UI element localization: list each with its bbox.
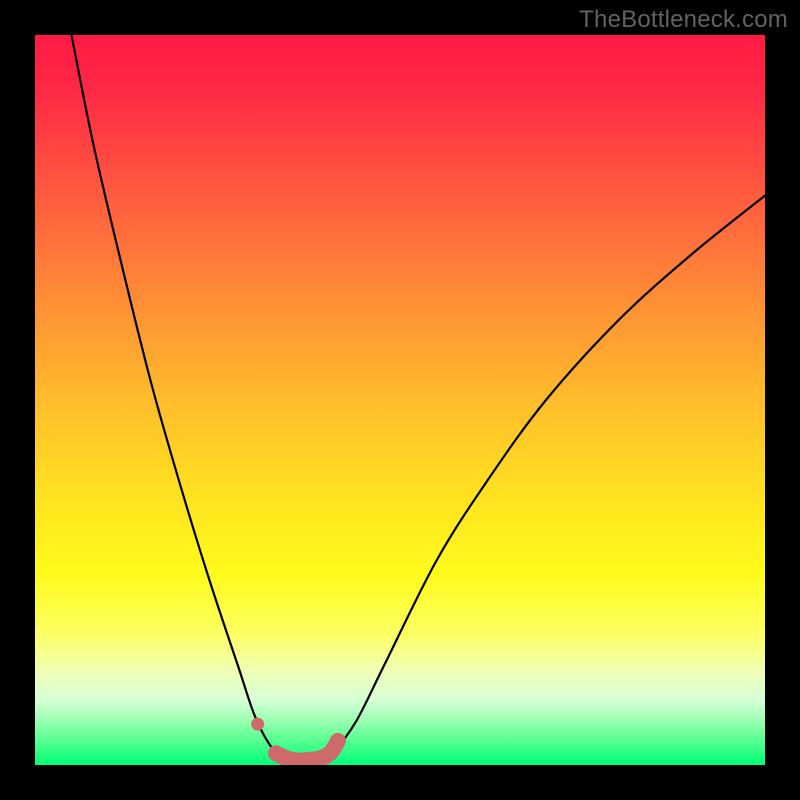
plot-area	[35, 35, 765, 765]
curve-layer	[35, 35, 765, 765]
highlight-lone-marker	[251, 718, 264, 731]
highlight-markers	[276, 741, 338, 761]
highlight-band-path	[276, 741, 338, 761]
watermark-text: TheBottleneck.com	[579, 6, 788, 34]
bottleneck-curve	[72, 35, 766, 761]
chart-frame: TheBottleneck.com	[0, 0, 800, 800]
